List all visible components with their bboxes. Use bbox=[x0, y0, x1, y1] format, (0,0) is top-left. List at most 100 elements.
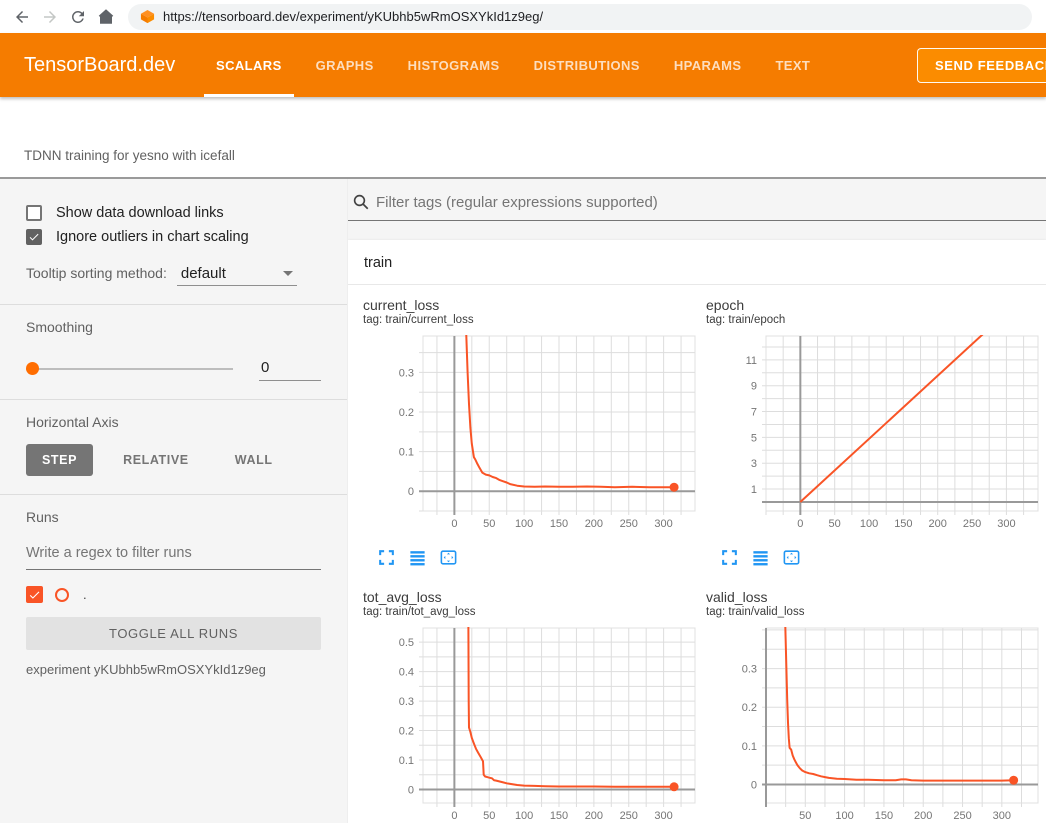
train-section-card: train current_loss tag: train/current_lo… bbox=[348, 240, 1046, 823]
reload-icon[interactable] bbox=[64, 3, 92, 31]
tab-text[interactable]: TEXT bbox=[763, 33, 822, 97]
chart-epoch: epoch tag: train/epoch 05010015020025030… bbox=[706, 297, 1043, 569]
svg-text:300: 300 bbox=[993, 810, 1011, 822]
svg-text:0.3: 0.3 bbox=[742, 664, 757, 676]
smoothing-slider[interactable] bbox=[26, 368, 233, 370]
smoothing-label: Smoothing bbox=[26, 319, 321, 335]
toggle-all-runs-button[interactable]: TOGGLE ALL RUNS bbox=[26, 617, 321, 650]
svg-text:0.5: 0.5 bbox=[399, 637, 414, 649]
main-panel: train current_loss tag: train/current_lo… bbox=[348, 179, 1046, 823]
svg-text:7: 7 bbox=[751, 407, 757, 419]
svg-text:300: 300 bbox=[654, 518, 672, 530]
svg-text:250: 250 bbox=[620, 810, 638, 822]
expand-chart-icon[interactable] bbox=[720, 548, 739, 567]
chart-current-loss: current_loss tag: train/current_loss 050… bbox=[363, 297, 700, 569]
svg-text:100: 100 bbox=[515, 810, 533, 822]
experiment-title: TDNN training for yesno with icefall bbox=[0, 148, 235, 177]
run-row: . bbox=[26, 586, 321, 603]
ignore-outliers-checkbox[interactable]: Ignore outliers in chart scaling bbox=[26, 229, 321, 245]
tab-graphs[interactable]: GRAPHS bbox=[304, 33, 386, 97]
svg-text:0: 0 bbox=[451, 518, 457, 530]
svg-text:0.2: 0.2 bbox=[399, 407, 414, 419]
back-icon[interactable] bbox=[8, 3, 36, 31]
svg-text:0.4: 0.4 bbox=[399, 667, 414, 679]
svg-text:100: 100 bbox=[835, 810, 853, 822]
svg-text:0.3: 0.3 bbox=[399, 696, 414, 708]
axis-wall-button[interactable]: WALL bbox=[219, 444, 289, 476]
nav-tabs: SCALARS GRAPHS HISTOGRAMS DISTRIBUTIONS … bbox=[204, 33, 832, 97]
expand-chart-icon[interactable] bbox=[377, 548, 396, 567]
fit-domain-icon[interactable] bbox=[782, 548, 801, 567]
svg-text:100: 100 bbox=[860, 518, 878, 530]
smoothing-value-input[interactable] bbox=[259, 357, 321, 381]
svg-text:0: 0 bbox=[408, 486, 414, 498]
tab-scalars[interactable]: SCALARS bbox=[204, 33, 294, 97]
svg-text:0: 0 bbox=[451, 810, 457, 822]
slider-thumb[interactable] bbox=[26, 362, 39, 375]
svg-text:250: 250 bbox=[620, 518, 638, 530]
forward-icon[interactable] bbox=[36, 3, 64, 31]
run-checkbox-checked-icon[interactable] bbox=[26, 586, 43, 603]
settings-sidebar: Show data download links Ignore outliers… bbox=[0, 179, 348, 823]
tooltip-sorting-dropdown[interactable]: default bbox=[177, 265, 297, 286]
svg-text:300: 300 bbox=[654, 810, 672, 822]
app-header: TensorBoard.dev SCALARS GRAPHS HISTOGRAM… bbox=[0, 33, 1046, 97]
tot-avg-loss-chart[interactable]: 05010015020025030000.10.20.30.40.5 bbox=[363, 622, 700, 823]
runs-label: Runs bbox=[26, 509, 321, 525]
svg-text:150: 150 bbox=[875, 810, 893, 822]
svg-text:300: 300 bbox=[997, 518, 1015, 530]
svg-text:0.1: 0.1 bbox=[399, 755, 414, 767]
tab-distributions[interactable]: DISTRIBUTIONS bbox=[522, 33, 652, 97]
svg-text:1: 1 bbox=[751, 484, 757, 496]
valid-loss-chart[interactable]: 5010015020025030000.10.20.3 bbox=[706, 622, 1043, 823]
brand-logo[interactable]: TensorBoard.dev bbox=[0, 54, 204, 77]
tab-hparams[interactable]: HPARAMS bbox=[662, 33, 754, 97]
svg-text:0.1: 0.1 bbox=[399, 447, 414, 459]
runs-list-icon[interactable] bbox=[408, 548, 427, 567]
axis-relative-button[interactable]: RELATIVE bbox=[107, 444, 205, 476]
svg-text:0: 0 bbox=[797, 518, 803, 530]
svg-text:0: 0 bbox=[408, 784, 414, 796]
svg-text:50: 50 bbox=[483, 518, 495, 530]
url-text: https://tensorboard.dev/experiment/yKUbh… bbox=[163, 9, 543, 24]
tab-histograms[interactable]: HISTOGRAMS bbox=[396, 33, 512, 97]
run-color-swatch-icon bbox=[55, 588, 69, 602]
svg-text:150: 150 bbox=[550, 810, 568, 822]
address-bar[interactable]: https://tensorboard.dev/experiment/yKUbh… bbox=[128, 4, 1032, 30]
browser-toolbar: https://tensorboard.dev/experiment/yKUbh… bbox=[0, 0, 1046, 33]
svg-text:250: 250 bbox=[953, 810, 971, 822]
svg-text:200: 200 bbox=[585, 518, 603, 530]
checkbox-checked-icon bbox=[26, 229, 42, 245]
chevron-down-icon bbox=[283, 271, 293, 276]
filter-tags-row bbox=[348, 179, 1046, 221]
svg-text:200: 200 bbox=[914, 810, 932, 822]
section-title[interactable]: train bbox=[348, 240, 1046, 285]
chart-valid-loss: valid_loss tag: train/valid_loss 5010015… bbox=[706, 589, 1043, 823]
tensorboard-favicon-icon bbox=[140, 9, 155, 24]
runs-regex-input[interactable] bbox=[26, 539, 321, 570]
tooltip-sorting-label: Tooltip sorting method: bbox=[26, 265, 167, 281]
svg-text:100: 100 bbox=[515, 518, 533, 530]
send-feedback-button[interactable]: SEND FEEDBACK bbox=[917, 48, 1046, 83]
experiment-id-text: experiment yKUbhb5wRmOSXYkId1z9eg bbox=[26, 662, 321, 677]
chart-tot-avg-loss: tot_avg_loss tag: train/tot_avg_loss 050… bbox=[363, 589, 700, 823]
runs-list-icon[interactable] bbox=[751, 548, 770, 567]
current-loss-chart[interactable]: 05010015020025030000.10.20.3 bbox=[363, 330, 700, 542]
axis-step-button[interactable]: STEP bbox=[26, 444, 93, 476]
filter-tags-input[interactable] bbox=[376, 194, 1046, 211]
epoch-chart[interactable]: 0501001502002503001357911 bbox=[706, 330, 1043, 542]
fit-domain-icon[interactable] bbox=[439, 548, 458, 567]
experiment-title-bar: TDNN training for yesno with icefall bbox=[0, 97, 1046, 179]
svg-text:150: 150 bbox=[894, 518, 912, 530]
show-download-links-checkbox[interactable]: Show data download links bbox=[26, 205, 321, 221]
svg-text:11: 11 bbox=[746, 355, 757, 367]
home-icon[interactable] bbox=[92, 3, 120, 31]
svg-text:50: 50 bbox=[483, 810, 495, 822]
svg-text:250: 250 bbox=[963, 518, 981, 530]
svg-text:50: 50 bbox=[799, 810, 811, 822]
svg-text:150: 150 bbox=[550, 518, 568, 530]
run-name: . bbox=[83, 587, 87, 602]
svg-text:0.2: 0.2 bbox=[399, 726, 414, 738]
svg-text:9: 9 bbox=[751, 381, 757, 393]
svg-text:0: 0 bbox=[751, 779, 757, 791]
